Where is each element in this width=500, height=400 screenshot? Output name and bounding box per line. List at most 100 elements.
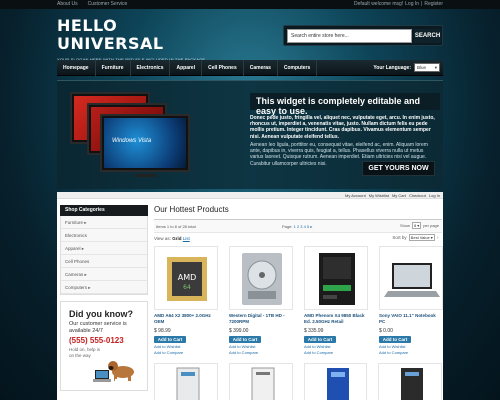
banner-paragraph-1: Donec pede justo, fringilla vel, aliquet… — [250, 115, 435, 140]
nav-item-computers[interactable]: Computers — [278, 60, 318, 76]
product-image[interactable] — [303, 363, 368, 400]
page-5[interactable]: 5 — [307, 224, 309, 229]
sidebar: Shop Categories Furniture ▸ Electronics … — [60, 205, 148, 391]
chevron-down-icon: ▾ — [430, 235, 433, 240]
about-us-link[interactable]: About Us — [57, 1, 78, 7]
nav-item-cell-phones[interactable]: Cell Phones — [202, 60, 244, 76]
dyk-title: Did you know? — [69, 309, 133, 319]
sort-label: Sort by — [392, 235, 407, 240]
top-bar: About Us Customer Service Default welcom… — [0, 0, 500, 9]
show-label: Show — [399, 223, 410, 228]
language-select[interactable]: Blue ▾ — [414, 63, 440, 72]
product-grid: AMD 64 AMD A64 X2 3800+ 2.0GHz OEM $ 98.… — [154, 246, 443, 355]
did-you-know-box: Did you know? Our customer service is av… — [60, 301, 148, 391]
nav-item-apparel[interactable]: Apparel — [170, 60, 203, 76]
product-item: AMD Phenom X4 9850 Black Ed. 2.50GHz Ret… — [304, 246, 368, 355]
category-cell-phones[interactable]: Cell Phones — [61, 255, 147, 268]
product-price: $ 0.00 — [379, 328, 393, 334]
login-link[interactable]: Log In — [405, 1, 419, 7]
shop-categories-title: Shop Categories — [60, 205, 148, 216]
product-item: Western Digital - 1TB HD - 7200RPM $ 399… — [229, 246, 293, 355]
checkout-link[interactable]: Checkout — [409, 193, 426, 198]
main-nav: Homepage Furniture Electronics Apparel C… — [57, 60, 443, 76]
tv-stand — [135, 174, 157, 177]
page-2[interactable]: 2 — [297, 224, 299, 229]
banner-heading: This widget is completely editable and e… — [250, 93, 440, 116]
category-apparel[interactable]: Apparel ▸ — [61, 242, 147, 255]
logo[interactable]: HELLO UNIVERSAL YOUR SLOGAN HERE WITH TH… — [57, 16, 207, 63]
nav-item-homepage[interactable]: Homepage — [57, 60, 96, 76]
add-to-compare-link[interactable]: Add to Compare — [304, 350, 368, 355]
per-page-label: per page — [423, 223, 439, 228]
add-to-cart-button[interactable]: Add to Cart — [229, 336, 261, 343]
page-label: Page: — [282, 224, 293, 229]
add-to-wishlist-link[interactable]: Add to Wishlist — [229, 344, 293, 349]
welcome-message: Default welcome msg! — [353, 1, 404, 7]
logo-text: HELLO UNIVERSAL — [57, 16, 164, 53]
category-computers[interactable]: Computers ▸ — [61, 281, 147, 294]
account-login-link[interactable]: Log In — [429, 193, 440, 198]
product-image[interactable] — [229, 246, 293, 310]
product-grid-row-2 — [154, 363, 442, 400]
product-image[interactable] — [228, 363, 293, 400]
nav-item-electronics[interactable]: Electronics — [131, 60, 171, 76]
items-count: Items 1 to 8 of 28 total — [156, 224, 196, 229]
view-list-link[interactable]: List — [183, 236, 190, 241]
add-to-wishlist-link[interactable]: Add to Wishlist — [379, 344, 443, 349]
register-link[interactable]: Register — [424, 1, 443, 7]
nav-item-furniture[interactable]: Furniture — [96, 60, 131, 76]
add-to-compare-link[interactable]: Add to Compare — [154, 350, 218, 355]
cpu-box-image — [319, 253, 355, 305]
svg-text:AMD: AMD — [178, 273, 197, 282]
product-image[interactable] — [379, 246, 443, 310]
page-4[interactable]: 4 — [304, 224, 306, 229]
add-to-cart-button[interactable]: Add to Cart — [379, 336, 411, 343]
top-links: About Us Customer Service — [57, 1, 127, 7]
my-wishlist-link[interactable]: My Wishlist — [369, 193, 389, 198]
add-to-compare-link[interactable]: Add to Compare — [229, 350, 293, 355]
per-page-select[interactable]: 8 ▾ — [411, 222, 422, 229]
view-sort-toolbar: View as: Grid List Sort by Best Value ▾ … — [154, 233, 442, 244]
product-image[interactable]: AMD 64 — [154, 246, 218, 310]
per-page-value: 8 — [413, 223, 417, 228]
product-item: Sony VAIO 11.1" Notebook PC $ 0.00 Add t… — [379, 246, 443, 355]
product-price: $ 399.00 — [229, 328, 249, 334]
sort-select[interactable]: Best Value ▾ — [408, 234, 435, 241]
product-image[interactable] — [304, 246, 368, 310]
add-to-compare-link[interactable]: Add to Compare — [379, 350, 443, 355]
next-page-icon[interactable]: ▸ — [310, 224, 312, 229]
product-image[interactable] — [154, 363, 218, 400]
per-page-control: Show 8 ▾ per page — [400, 222, 439, 229]
category-cameras[interactable]: Cameras ▸ — [61, 268, 147, 281]
view-label: View as: — [154, 236, 171, 241]
get-yours-now-button[interactable]: GET YOURS NOW — [362, 161, 435, 176]
my-cart-link[interactable]: My Cart — [392, 193, 406, 198]
category-electronics[interactable]: Electronics — [61, 229, 147, 242]
add-to-cart-button[interactable]: Add to Cart — [154, 336, 186, 343]
separator: | — [421, 1, 423, 7]
product-image[interactable] — [378, 363, 442, 400]
add-to-cart-button[interactable]: Add to Cart — [304, 336, 336, 343]
sort-direction-icon[interactable]: ↑ — [437, 235, 439, 240]
page-1[interactable]: 1 — [294, 224, 296, 229]
product-name[interactable]: Sony VAIO 11.1" Notebook PC — [379, 313, 443, 325]
sort-value: Best Value — [410, 235, 430, 240]
section-title: Our Hottest Products — [154, 205, 442, 220]
screen-logo: Windows Vista — [112, 138, 152, 144]
my-account-link[interactable]: My Account — [345, 193, 366, 198]
page-3[interactable]: 3 — [300, 224, 302, 229]
product-name[interactable]: Western Digital - 1TB HD - 7200RPM — [229, 313, 293, 325]
product-name[interactable]: AMD A64 X2 3800+ 2.0GHz OEM — [154, 313, 218, 325]
sort-control: Sort by Best Value ▾ ↑ — [392, 234, 439, 241]
add-to-wishlist-link[interactable]: Add to Wishlist — [154, 344, 218, 349]
category-furniture[interactable]: Furniture ▸ — [61, 216, 147, 229]
search-button[interactable]: SEARCH — [414, 29, 441, 43]
nav-item-cameras[interactable]: Cameras — [244, 60, 278, 76]
search-input[interactable] — [287, 29, 412, 43]
view-grid: Grid — [172, 236, 182, 241]
add-to-wishlist-link[interactable]: Add to Wishlist — [304, 344, 368, 349]
customer-service-link[interactable]: Customer Service — [88, 1, 128, 7]
pc-tower-image — [176, 367, 200, 400]
top-right: Default welcome msg! Log In | Register — [354, 1, 443, 7]
product-name[interactable]: AMD Phenom X4 9850 Black Ed. 2.50GHz Ret… — [304, 313, 368, 325]
